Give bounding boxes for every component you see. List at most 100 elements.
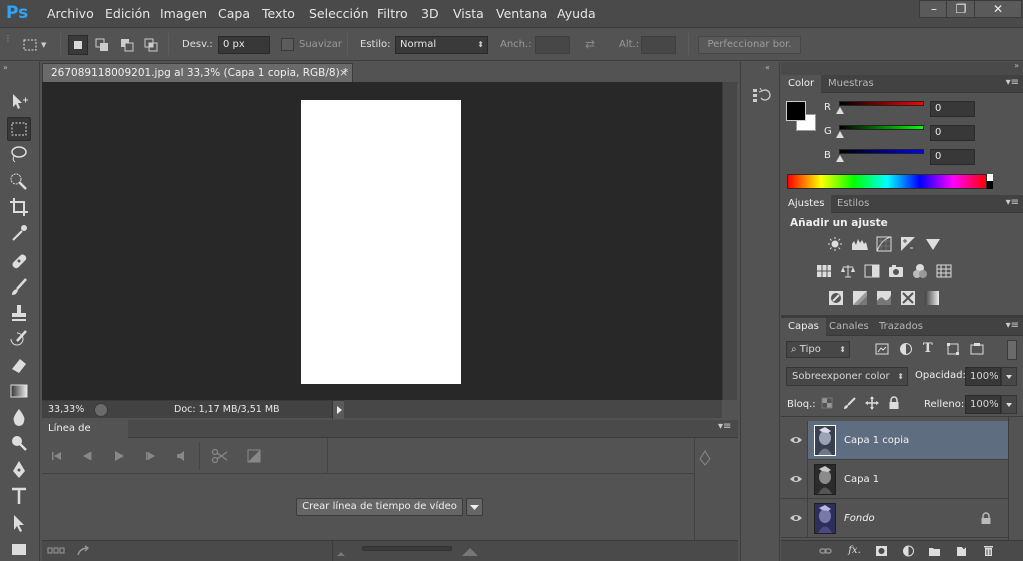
refine-edge-button[interactable]: Perfeccionar bor.: [698, 36, 801, 54]
lock-transparent-icon[interactable]: [821, 397, 837, 413]
fill-input[interactable]: 100%: [965, 395, 1001, 414]
new-adjustment-layer-icon[interactable]: [902, 545, 915, 557]
r-slider[interactable]: [839, 101, 924, 106]
crop-tool-icon[interactable]: [7, 195, 31, 219]
previous-frame-icon[interactable]: [80, 449, 94, 463]
move-tool-icon[interactable]: [7, 90, 31, 114]
filter-shape-icon[interactable]: [946, 342, 962, 358]
timeline-zoom-slider[interactable]: [362, 546, 452, 551]
lock-pixels-icon[interactable]: [843, 396, 859, 412]
close-window-button[interactable]: ✕: [974, 0, 1022, 18]
menu-seleccion[interactable]: Selección: [309, 6, 369, 21]
first-frame-icon[interactable]: [50, 449, 64, 463]
tab-channels[interactable]: Canales: [822, 318, 876, 336]
status-menu-arrow[interactable]: [332, 401, 344, 419]
color-lookup-icon[interactable]: [936, 263, 952, 279]
style-select[interactable]: Normal ⬍: [395, 36, 488, 54]
gradient-tool-icon[interactable]: [7, 379, 31, 403]
filter-smart-object-icon[interactable]: [970, 342, 986, 358]
menu-capa[interactable]: Capa: [218, 6, 250, 21]
collapse-icon[interactable]: »: [3, 63, 8, 72]
menu-3d[interactable]: 3D: [421, 6, 439, 21]
panel-menu-icon[interactable]: ▾≡: [718, 421, 731, 432]
eyedropper-tool-icon[interactable]: [7, 221, 31, 245]
vibrance-icon[interactable]: [925, 236, 941, 252]
invert-icon[interactable]: [828, 290, 844, 306]
lock-position-icon[interactable]: [865, 396, 881, 412]
lock-all-icon[interactable]: [888, 396, 904, 412]
zoom-in-icon[interactable]: [460, 545, 480, 557]
menu-imagen[interactable]: Imagen: [160, 6, 207, 21]
fill-dropdown[interactable]: [1001, 395, 1017, 414]
foreground-color-swatch[interactable]: [786, 101, 806, 121]
history-brush-tool-icon[interactable]: [7, 327, 31, 351]
black-swatch[interactable]: [987, 181, 993, 189]
audio-icon[interactable]: [174, 449, 188, 463]
minimize-button[interactable]: –: [919, 0, 949, 18]
dodge-tool-icon[interactable]: [7, 431, 31, 455]
white-swatch[interactable]: [987, 174, 993, 181]
subtract-selection-icon[interactable]: [118, 36, 136, 54]
eye-icon[interactable]: [789, 513, 803, 523]
status-info-icon[interactable]: [94, 403, 108, 417]
restore-button[interactable]: ❐: [946, 0, 976, 18]
marquee-preset-icon[interactable]: [22, 38, 38, 52]
pen-tool-icon[interactable]: [7, 458, 31, 482]
smooth-checkbox[interactable]: [281, 38, 294, 51]
layer-effects-icon[interactable]: fx.: [848, 545, 861, 557]
menu-filtro[interactable]: Filtro: [377, 6, 408, 21]
collapse-panels-icon[interactable]: »: [1014, 61, 1019, 70]
menu-texto[interactable]: Texto: [262, 6, 295, 21]
eye-icon[interactable]: [789, 435, 803, 445]
b-value[interactable]: 0: [930, 149, 975, 165]
menu-ventana[interactable]: Ventana: [496, 6, 547, 21]
document-tab[interactable]: 267089118009201.jpg al 33,3% (Capa 1 cop…: [42, 63, 353, 82]
gradient-map-icon[interactable]: [924, 290, 940, 306]
color-spectrum[interactable]: [787, 174, 987, 189]
filter-adjustment-icon[interactable]: [899, 342, 915, 358]
tab-color[interactable]: Color: [781, 75, 822, 93]
horizontal-scrollbar[interactable]: [344, 400, 722, 418]
lasso-tool-icon[interactable]: [7, 143, 31, 167]
panel-menu-icon[interactable]: ▾≡: [1006, 320, 1019, 331]
curves-icon[interactable]: [876, 236, 892, 252]
play-icon[interactable]: [112, 449, 126, 463]
blend-mode-select[interactable]: Sobreexponer color ⬍: [786, 367, 908, 386]
marquee-tool-icon[interactable]: [7, 117, 31, 141]
layer-row-capa-1-copia[interactable]: Capa 1 copia: [781, 421, 1008, 460]
create-video-timeline-button[interactable]: Crear línea de tiempo de vídeo: [296, 498, 463, 516]
delete-layer-icon[interactable]: [982, 545, 995, 557]
feather-input[interactable]: 0 px: [218, 36, 270, 54]
b-slider[interactable]: [839, 149, 924, 154]
transition-icon[interactable]: [246, 448, 262, 464]
link-layers-icon[interactable]: [819, 545, 832, 557]
next-frame-icon[interactable]: [144, 449, 158, 463]
blur-tool-icon[interactable]: [7, 405, 31, 429]
quick-select-tool-icon[interactable]: [7, 169, 31, 193]
tab-timeline[interactable]: Línea de tiempo: [42, 420, 128, 451]
new-selection-icon[interactable]: [68, 35, 88, 55]
swap-icon[interactable]: ⇄: [585, 37, 595, 51]
g-slider-thumb[interactable]: [836, 131, 844, 138]
pen-nib-icon[interactable]: [698, 450, 712, 466]
height-input[interactable]: [641, 36, 676, 54]
add-mask-icon[interactable]: [875, 545, 888, 557]
photo-filter-icon[interactable]: [888, 263, 904, 279]
tab-adjustments[interactable]: Ajustes: [781, 195, 832, 213]
panel-menu-icon[interactable]: ▾≡: [1006, 197, 1019, 208]
r-value[interactable]: 0: [930, 101, 975, 117]
posterize-icon[interactable]: [852, 290, 868, 306]
new-group-icon[interactable]: [928, 545, 941, 557]
black-white-icon[interactable]: [864, 263, 880, 279]
filter-toggle[interactable]: [1007, 340, 1017, 360]
hue-saturation-icon[interactable]: [816, 263, 832, 279]
threshold-icon[interactable]: [876, 290, 892, 306]
eye-icon[interactable]: [789, 474, 803, 484]
document-canvas[interactable]: [301, 100, 461, 384]
expand-icon[interactable]: «: [765, 63, 770, 72]
panel-menu-icon[interactable]: ▾≡: [1006, 77, 1019, 88]
history-panel-icon[interactable]: [750, 85, 772, 107]
close-tab-icon[interactable]: ×: [339, 64, 348, 82]
menu-ayuda[interactable]: Ayuda: [557, 6, 596, 21]
zoom-out-icon[interactable]: [335, 547, 347, 557]
